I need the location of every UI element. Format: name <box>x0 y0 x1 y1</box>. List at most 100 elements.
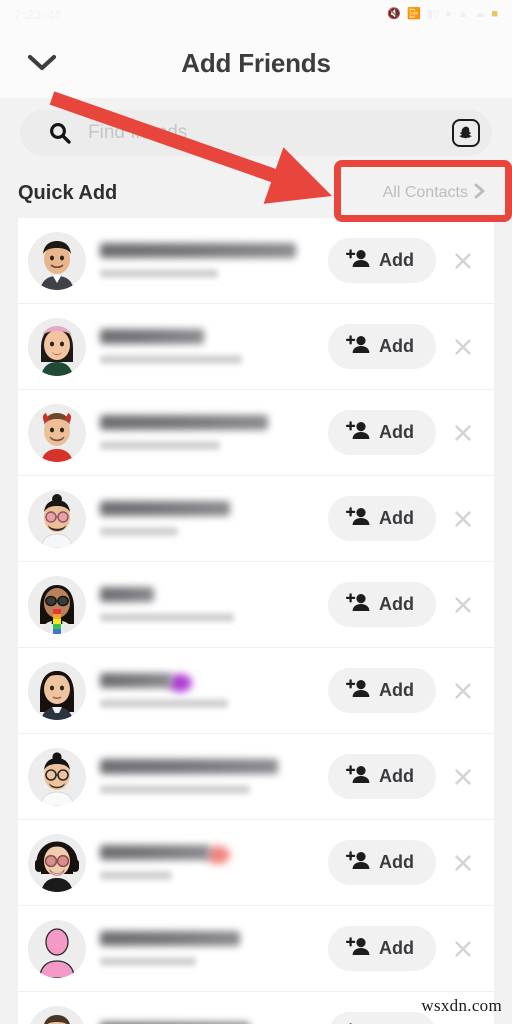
close-icon[interactable] <box>446 674 480 708</box>
avatar <box>28 489 86 548</box>
add-person-icon <box>345 936 370 961</box>
add-person-icon <box>345 506 370 531</box>
wifi-icon: ● <box>444 7 452 20</box>
app-screen: 7:23:48 🔇 📴 ▮▯ ● ▲ ☁ ■ Add Friends Find … <box>0 0 512 1024</box>
vibrate-icon: 📴 <box>406 7 421 20</box>
table-row[interactable]: Add <box>18 304 494 390</box>
add-friend-label: Add <box>379 594 414 614</box>
add-friend-label: Add <box>379 422 414 442</box>
avatar <box>28 661 86 720</box>
add-friend-button[interactable]: Add <box>328 238 436 283</box>
avatar <box>28 833 86 892</box>
add-person-icon <box>345 420 370 445</box>
search-icon <box>48 121 72 145</box>
close-icon[interactable] <box>446 330 480 364</box>
row-text <box>100 587 328 622</box>
close-icon[interactable] <box>446 760 480 794</box>
friend-subtitle <box>100 527 178 536</box>
snapchat-ghost-icon[interactable] <box>452 119 480 147</box>
add-person-icon <box>345 248 370 273</box>
row-text <box>100 501 328 536</box>
table-row[interactable]: Add <box>18 218 494 304</box>
row-text <box>100 759 328 794</box>
friend-subtitle <box>100 441 220 450</box>
add-person-icon <box>345 850 370 875</box>
friend-name <box>100 243 296 258</box>
table-row[interactable]: Add <box>18 648 494 734</box>
friend-subtitle <box>100 355 242 364</box>
avatar <box>28 919 86 978</box>
status-bar-clock: 7:23:48 <box>14 6 63 22</box>
add-friend-label: Add <box>379 680 414 700</box>
row-text <box>100 243 328 278</box>
add-friend-button[interactable]: Add <box>328 668 436 713</box>
add-friend-button[interactable]: Add <box>328 926 436 971</box>
close-icon[interactable] <box>446 244 480 278</box>
page-title: Add Friends <box>181 47 331 78</box>
add-friend-button[interactable]: Add <box>328 582 436 627</box>
table-row[interactable]: Add <box>18 820 494 906</box>
quick-add-list[interactable]: Add Add Add Add Add Add Add Add Add Add <box>18 218 494 1024</box>
avatar <box>28 403 86 462</box>
friend-name <box>100 587 154 602</box>
table-row[interactable]: Add <box>18 906 494 992</box>
friend-name <box>100 415 268 430</box>
signal-icon: ▮▯ <box>426 7 439 20</box>
highlight-box-all-contacts <box>334 160 512 222</box>
watermark: wsxdn.com <box>421 996 502 1015</box>
add-friend-label: Add <box>379 336 414 356</box>
friend-name <box>100 501 230 516</box>
row-text <box>100 415 328 450</box>
add-friend-button[interactable]: Add <box>328 410 436 455</box>
close-icon[interactable] <box>446 846 480 880</box>
mute-icon: 🔇 <box>387 7 401 20</box>
search-placeholder: Find friends <box>88 122 188 143</box>
friend-subtitle <box>100 957 196 966</box>
add-person-icon <box>345 592 370 617</box>
status-bar-icons: 🔇 📴 ▮▯ ● ▲ ☁ ■ <box>387 7 498 20</box>
close-icon[interactable] <box>446 416 480 450</box>
add-friend-label: Add <box>379 766 414 786</box>
avatar <box>28 747 86 806</box>
add-friend-label: Add <box>379 938 414 958</box>
friend-name <box>100 759 278 774</box>
close-icon[interactable] <box>446 502 480 536</box>
add-friend-button[interactable]: Add <box>328 1012 436 1024</box>
table-row[interactable]: Add <box>18 390 494 476</box>
friend-name <box>100 329 204 344</box>
avatar <box>28 317 86 376</box>
add-person-icon <box>345 764 370 789</box>
avatar <box>28 1005 86 1024</box>
table-row[interactable]: Add <box>18 476 494 562</box>
friend-name <box>100 931 240 946</box>
friend-subtitle <box>100 613 234 622</box>
add-friend-button[interactable]: Add <box>328 496 436 541</box>
close-icon[interactable] <box>446 1018 480 1024</box>
friend-subtitle <box>100 785 250 794</box>
add-person-icon <box>345 334 370 359</box>
avatar <box>28 231 86 290</box>
add-friend-label: Add <box>379 508 414 528</box>
app-header: Add Friends <box>0 28 512 98</box>
add-friend-button[interactable]: Add <box>328 754 436 799</box>
add-friend-button[interactable]: Add <box>328 324 436 369</box>
friend-subtitle <box>100 871 172 880</box>
table-row[interactable]: Add <box>18 562 494 648</box>
add-friend-button[interactable]: Add <box>328 840 436 885</box>
close-icon[interactable] <box>446 932 480 966</box>
friend-subtitle <box>100 269 218 278</box>
signal-bars-icon: ▲ <box>457 7 469 20</box>
close-icon[interactable] <box>446 588 480 622</box>
table-row[interactable]: Add <box>18 734 494 820</box>
row-text <box>100 931 328 966</box>
friend-subtitle <box>100 699 228 708</box>
add-friend-label: Add <box>379 250 414 270</box>
quick-add-title: Quick Add <box>18 181 118 204</box>
search-input[interactable]: Find friends <box>20 110 492 156</box>
row-text <box>100 673 328 708</box>
avatar <box>28 575 86 634</box>
cloud-icon: ☁ <box>474 7 486 20</box>
chevron-down-icon[interactable] <box>22 43 62 83</box>
battery-icon: ■ <box>491 7 498 20</box>
status-bar: 7:23:48 🔇 📴 ▮▯ ● ▲ ☁ ■ <box>0 0 512 28</box>
